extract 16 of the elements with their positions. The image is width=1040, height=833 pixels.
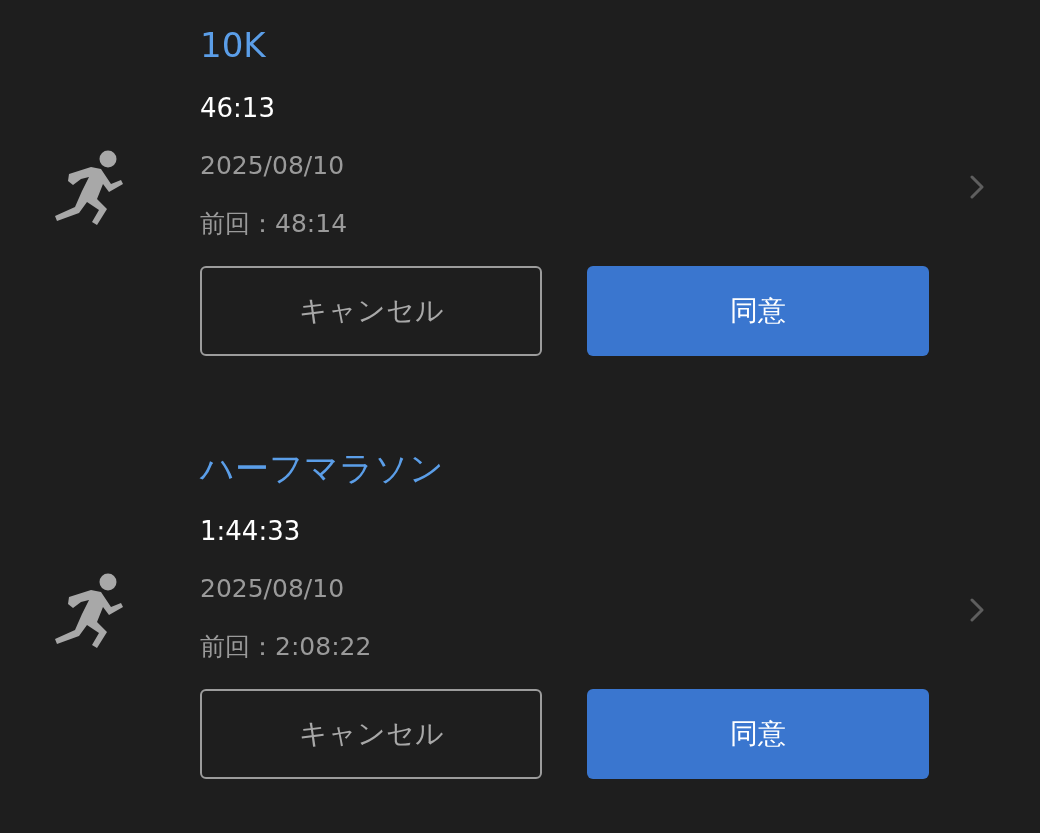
- agree-button[interactable]: 同意: [587, 689, 929, 779]
- runner-icon: [53, 148, 123, 225]
- previous-time: 前回：2:08:22: [200, 631, 373, 663]
- agree-button[interactable]: 同意: [587, 266, 929, 356]
- cancel-button[interactable]: キャンセル: [200, 266, 542, 356]
- runner-icon: [53, 571, 123, 648]
- race-date: 2025/08/10: [200, 150, 346, 182]
- race-title: 10K: [200, 24, 267, 67]
- race-title: ハーフマラソン: [200, 447, 445, 490]
- chevron-right-icon[interactable]: [970, 174, 984, 199]
- chevron-right-icon[interactable]: [970, 597, 984, 622]
- finish-time: 1:44:33: [200, 515, 302, 548]
- finish-time: 46:13: [200, 92, 276, 125]
- race-date: 2025/08/10: [200, 573, 346, 605]
- previous-time: 前回：48:14: [200, 208, 349, 240]
- cancel-button[interactable]: キャンセル: [200, 689, 542, 779]
